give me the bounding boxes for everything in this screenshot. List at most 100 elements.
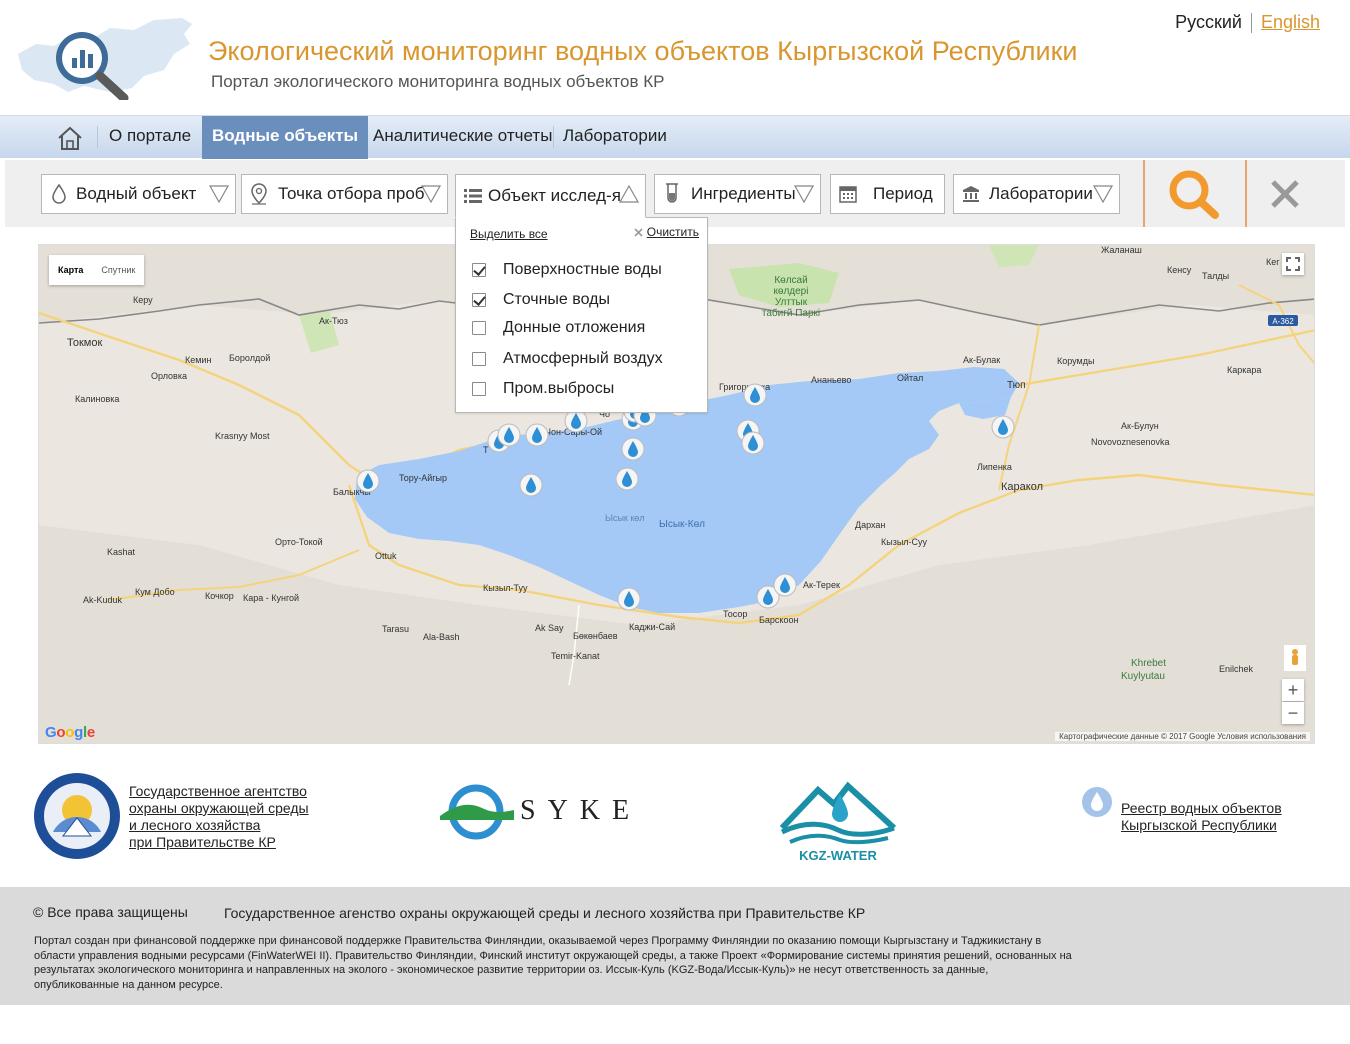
water-sample-marker[interactable]	[743, 383, 767, 407]
place-label: Ottuk	[375, 551, 397, 561]
minus-icon: −	[1287, 702, 1299, 723]
lang-russian[interactable]: Русский	[1175, 12, 1242, 33]
option-checkbox[interactable]	[472, 382, 486, 396]
place-label: Кег	[1266, 257, 1280, 267]
kgz-water-logo[interactable]: KGZ-WATER	[776, 780, 900, 868]
calendar-icon	[833, 185, 863, 203]
agency-emblem-icon[interactable]	[33, 772, 121, 860]
place-label: Ойтал	[897, 373, 923, 383]
place-label: Каркара	[1227, 365, 1261, 375]
lang-english[interactable]: English	[1261, 12, 1320, 33]
option-waste-water[interactable]: Сточные воды	[472, 291, 610, 309]
place-label: Krasnyy Most	[215, 431, 270, 441]
zoom-out-button[interactable]: −	[1282, 702, 1304, 724]
option-industrial-emissions[interactable]: Пром.выбросы	[472, 380, 614, 398]
water-sample-marker[interactable]	[741, 431, 765, 455]
fullscreen-button[interactable]	[1282, 253, 1304, 275]
park-label: табигй Паркі	[762, 307, 820, 319]
location-pin-icon	[244, 183, 274, 205]
place-label: Корумды	[1057, 356, 1094, 366]
agency-link[interactable]: Государственное агентство охраны окружаю…	[129, 783, 309, 851]
clear-filters-button[interactable]	[1249, 160, 1321, 227]
nav-about[interactable]: О портале	[109, 116, 191, 159]
nav-water-objects[interactable]: Водные объекты	[202, 116, 369, 159]
water-sample-marker[interactable]	[621, 437, 645, 461]
zoom-in-button[interactable]: +	[1282, 679, 1304, 701]
option-label: Сточные воды	[503, 291, 610, 308]
option-checkbox[interactable]	[472, 263, 486, 277]
lake-label: Ысык-Көл	[659, 519, 705, 530]
place-label: Ак-Булун	[1121, 421, 1159, 431]
option-checkbox[interactable]	[472, 293, 486, 307]
park-label: Улттык	[775, 297, 808, 308]
place-label: Каджи-Сай	[629, 622, 675, 632]
option-bottom-sediments[interactable]: Донные отложения	[472, 319, 645, 337]
water-drop-icon	[44, 184, 74, 204]
chevron-down-icon	[794, 185, 814, 203]
filter-sampling-point[interactable]: Точка отбора проб	[241, 174, 448, 214]
place-label: Орловка	[151, 371, 187, 381]
nav-analytic-reports[interactable]: Аналитические отчеты	[373, 116, 552, 159]
water-sample-marker[interactable]	[615, 467, 639, 491]
place-label: Тосор	[723, 609, 747, 619]
registry-link-line: Реестр водных объектов	[1121, 800, 1282, 816]
map-attribution[interactable]: Картографические данные © 2017 Google Ус…	[1055, 732, 1310, 741]
place-label: Тору-Айгыр	[399, 473, 447, 483]
place-label: Ак-Терек	[803, 580, 840, 590]
header: Экологический мониторинг водных объектов…	[0, 0, 1350, 115]
filter-period[interactable]: Период	[830, 174, 945, 214]
clear-link[interactable]: Очистить	[634, 225, 699, 239]
option-checkbox[interactable]	[472, 321, 486, 335]
syke-logo[interactable]: SYKE	[436, 784, 636, 840]
water-sample-marker[interactable]	[519, 473, 543, 497]
filter-label: Период	[873, 184, 933, 203]
syke-emblem-icon	[440, 784, 514, 840]
filter-water-object[interactable]: Водный объект	[41, 174, 236, 214]
filter-ingredients[interactable]: Ингредиенты	[654, 174, 821, 214]
search-button[interactable]	[1143, 160, 1247, 227]
lake-label: Ысык көл	[605, 513, 645, 523]
place-label: Кызыл-Суу	[881, 537, 928, 547]
nav-laboratories[interactable]: Лаборатории	[563, 116, 667, 159]
google-logo[interactable]: Google	[45, 724, 95, 741]
filter-research-object[interactable]: Объект исслед-я	[455, 174, 646, 218]
water-registry-link[interactable]: Реестр водных объектов Кыргызской Респуб…	[1121, 800, 1282, 834]
nav-home[interactable]	[52, 116, 88, 159]
filter-laboratories[interactable]: Лаборатории	[953, 174, 1120, 214]
place-label: Кызыл-Туу	[483, 583, 528, 593]
partners: Государственное агентство охраны окружаю…	[0, 760, 1350, 885]
agency-link-line: при Правительстве КР	[129, 834, 276, 850]
water-sample-marker[interactable]	[773, 573, 797, 597]
option-surface-water[interactable]: Поверхностные воды	[472, 261, 662, 279]
research-object-dropdown: Выделить все Очистить Поверхностные воды…	[455, 217, 708, 413]
filter-label: Лаборатории	[989, 184, 1093, 203]
place-label: Кара - Кунгой	[243, 593, 299, 603]
filter-label: Водный объект	[76, 184, 197, 203]
water-sample-marker[interactable]	[564, 409, 588, 433]
water-sample-marker[interactable]	[525, 423, 549, 447]
pegman-icon[interactable]	[1284, 645, 1306, 671]
kyrgyzstan-map-logo-icon[interactable]	[14, 14, 196, 100]
water-drop-icon[interactable]	[1081, 786, 1113, 818]
option-checkbox[interactable]	[472, 352, 486, 366]
place-label: Липенка	[977, 462, 1012, 472]
place-label: Ак-Булак	[963, 355, 1000, 365]
water-sample-marker[interactable]	[617, 587, 641, 611]
place-label: Tarasu	[382, 624, 409, 634]
place-label: Ala-Bash	[423, 632, 460, 642]
water-sample-marker[interactable]	[356, 469, 380, 493]
map-type-map[interactable]: Карта	[49, 255, 92, 285]
water-sample-marker[interactable]	[497, 423, 521, 447]
agency-link-line: Государственное агентство	[129, 783, 307, 799]
road-badge: A-362	[1272, 317, 1294, 326]
agency-link-line: охраны окружающей среды	[129, 800, 309, 816]
water-sample-marker[interactable]	[991, 415, 1015, 439]
map-type-satellite[interactable]: Спутник	[92, 255, 144, 285]
chevron-down-icon	[209, 185, 229, 203]
select-all-link[interactable]: Выделить все	[470, 227, 548, 241]
site-subtitle: Портал экологического мониторинга водных…	[211, 72, 665, 91]
place-label: Ананьево	[811, 375, 851, 385]
close-icon	[634, 227, 643, 237]
language-switcher: Русский English	[1175, 12, 1320, 33]
option-atmospheric-air[interactable]: Атмосферный воздух	[472, 350, 663, 368]
